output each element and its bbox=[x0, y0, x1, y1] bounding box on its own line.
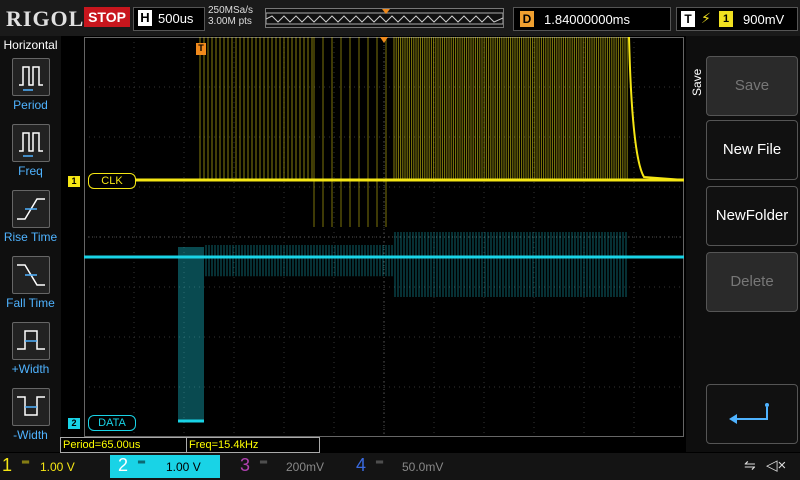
measure-fall-time[interactable]: Fall Time bbox=[0, 256, 61, 322]
save-menu-panel: Save Save New File NewFolder Delete bbox=[686, 36, 800, 452]
period-icon bbox=[12, 58, 50, 96]
frequency-icon bbox=[12, 124, 50, 162]
channel-number: 4 bbox=[356, 455, 367, 475]
measurement-bar: Period=65.00us Freq=15.4kHz bbox=[60, 437, 686, 453]
mute-speaker-icon[interactable]: ◁× bbox=[766, 456, 786, 474]
channel-4-settings[interactable]: 4 ═ 50.0mV bbox=[350, 455, 460, 478]
channel-1-settings[interactable]: 1 ═ 1.00 V bbox=[2, 455, 102, 478]
sample-rate: 250MSa/s bbox=[208, 5, 254, 16]
memory-depth: 3.00M pts bbox=[208, 16, 252, 27]
center-marker-icon bbox=[380, 37, 388, 43]
run-stop-status[interactable]: STOP bbox=[84, 7, 130, 27]
waveform-canvas bbox=[83, 36, 685, 438]
measure-label: +Width bbox=[11, 362, 50, 376]
timebase-display[interactable]: H 500us bbox=[133, 7, 205, 31]
trigger-position-marker[interactable]: T bbox=[196, 43, 206, 55]
delay-letter: D bbox=[520, 11, 534, 27]
measure-positive-width[interactable]: +Width bbox=[0, 322, 61, 388]
trigger-level: 900mV bbox=[743, 12, 785, 27]
delay-display[interactable]: D 1.84000000ms bbox=[513, 7, 671, 31]
channel-3-settings[interactable]: 3 ═ 200mV bbox=[232, 455, 342, 478]
dc-coupling-icon: ═ bbox=[22, 457, 30, 468]
channel-number: 2 bbox=[118, 455, 129, 475]
dc-coupling-icon: ═ bbox=[138, 457, 146, 468]
measure-negative-width[interactable]: -Width bbox=[0, 388, 61, 454]
dc-coupling-icon: ═ bbox=[260, 457, 268, 468]
save-button[interactable]: Save bbox=[706, 56, 798, 116]
ch1-label: CLK bbox=[88, 173, 136, 189]
new-folder-button[interactable]: NewFolder bbox=[706, 186, 798, 246]
measure-label: -Width bbox=[13, 428, 48, 442]
channel-number: 1 bbox=[2, 455, 13, 475]
panel-title: Horizontal bbox=[3, 38, 58, 52]
measure-period[interactable]: Period bbox=[0, 58, 61, 124]
dc-coupling-icon: ═ bbox=[376, 457, 384, 468]
rise-time-icon bbox=[12, 190, 50, 228]
measure-label: Rise Time bbox=[3, 230, 58, 244]
new-file-button[interactable]: New File bbox=[706, 120, 798, 180]
channel-scale: 200mV bbox=[286, 460, 325, 474]
delete-button[interactable]: Delete bbox=[706, 252, 798, 312]
top-status-bar: RIGOL STOP H 500us 250MSa/s 3.00M pts D … bbox=[0, 0, 800, 36]
channel-bar: 1 ═ 1.00 V 2 ═ 1.00 V 3 ═ 200mV 4 ═ 50.0… bbox=[0, 453, 800, 480]
brand-logo: RIGOL bbox=[6, 6, 85, 31]
horizontal-measure-panel: Horizontal Period Freq Rise Time Fall Ti… bbox=[0, 36, 61, 452]
channel-number: 3 bbox=[240, 455, 251, 475]
negative-width-icon bbox=[12, 388, 50, 426]
return-arrow-icon bbox=[729, 403, 769, 424]
waveform-display[interactable] bbox=[83, 36, 685, 438]
trigger-display[interactable]: T ⚡︎ 1 900mV bbox=[676, 7, 798, 31]
waveform-overview[interactable] bbox=[265, 8, 504, 28]
frequency-measurement[interactable]: Freq=15.4kHz bbox=[186, 437, 320, 453]
ch2-label: DATA bbox=[88, 415, 136, 431]
positive-width-icon bbox=[12, 322, 50, 360]
usb-icon: ⇋ bbox=[744, 457, 756, 473]
ch2-ground-marker[interactable]: 2 bbox=[68, 418, 80, 429]
measure-label: Freq bbox=[18, 164, 43, 178]
timebase-letter: H bbox=[138, 10, 152, 26]
trigger-letter: T bbox=[681, 11, 695, 27]
channel-scale: 50.0mV bbox=[402, 460, 444, 474]
back-button[interactable] bbox=[706, 384, 798, 444]
channel-scale: 1.00 V bbox=[40, 460, 75, 474]
menu-title: Save bbox=[690, 68, 704, 96]
ch1-ground-marker[interactable]: 1 bbox=[68, 176, 80, 187]
overview-trace bbox=[265, 9, 504, 27]
channel-scale: 1.00 V bbox=[166, 460, 201, 474]
trigger-source: 1 bbox=[719, 11, 733, 27]
measure-freq[interactable]: Freq bbox=[0, 124, 61, 190]
delay-value: 1.84000000ms bbox=[544, 12, 631, 27]
fall-time-icon bbox=[12, 256, 50, 294]
measure-label: Fall Time bbox=[6, 296, 55, 310]
acquisition-info: 250MSa/s 3.00M pts bbox=[208, 5, 253, 27]
measure-label: Period bbox=[13, 98, 48, 112]
rising-edge-icon: ⚡︎ bbox=[701, 10, 711, 26]
measure-rise-time[interactable]: Rise Time bbox=[0, 190, 61, 256]
timebase-value: 500us bbox=[158, 11, 194, 26]
period-measurement[interactable]: Period=65.00us bbox=[60, 437, 188, 453]
channel-2-settings[interactable]: 2 ═ 1.00 V bbox=[110, 455, 220, 478]
